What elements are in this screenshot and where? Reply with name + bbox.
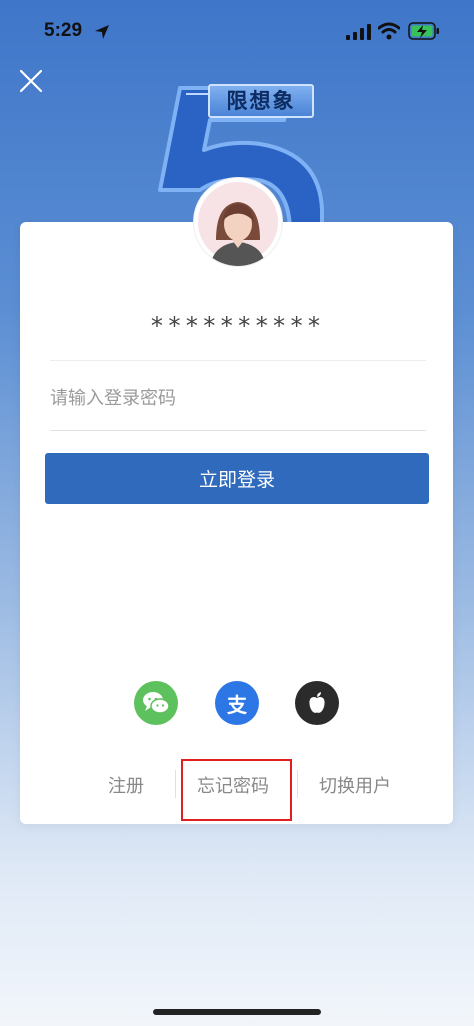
divider: [50, 360, 426, 361]
battery-charging-icon: [408, 22, 439, 40]
apple-login-button[interactable]: [295, 681, 339, 725]
password-input[interactable]: [50, 378, 426, 418]
status-time: 5:29: [44, 20, 83, 41]
switch-user-link[interactable]: 切换用户: [319, 772, 391, 798]
login-button[interactable]: 立即登录: [45, 453, 429, 504]
avatar: [194, 178, 282, 266]
link-separator: [297, 770, 298, 798]
alipay-icon: 支: [227, 692, 247, 717]
home-indicator: [153, 1009, 321, 1015]
banner-slogan: 限想象: [208, 84, 314, 118]
account-masked: **********: [149, 312, 325, 340]
register-link[interactable]: 注册: [108, 772, 144, 798]
wechat-login-button[interactable]: [134, 681, 178, 725]
status-bar: 5:29: [0, 0, 474, 60]
apple-icon: [309, 692, 325, 713]
link-separator: [175, 770, 176, 798]
wechat-icon: [143, 692, 170, 714]
divider: [50, 430, 426, 431]
close-icon[interactable]: [18, 68, 44, 94]
wifi-icon: [378, 22, 400, 40]
location-arrow-icon: [95, 25, 109, 39]
user-avatar-icon: [198, 182, 278, 266]
highlight-annotation-box: [181, 759, 292, 821]
alipay-login-button[interactable]: 支: [215, 681, 259, 725]
cellular-signal-icon: [346, 24, 371, 40]
